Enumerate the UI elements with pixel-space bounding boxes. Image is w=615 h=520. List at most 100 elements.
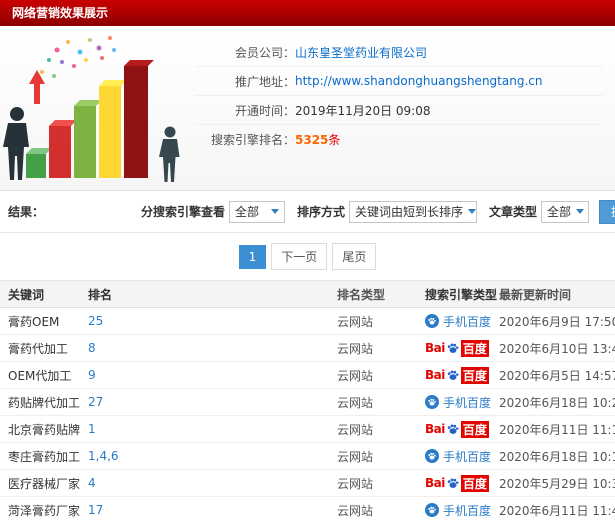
article-type-selected: 全部: [546, 205, 571, 219]
engine-view-label: 分搜索引擎查看: [140, 205, 225, 219]
baidu-wordmark: Bai: [425, 422, 445, 436]
keyword-cell: 膏药代加工: [8, 341, 69, 356]
baidu-paw-icon: [446, 368, 460, 382]
engine-label: 手机百度: [443, 503, 492, 518]
mobile-baidu-icon: [425, 395, 439, 409]
updated-cell: 2020年6月5日 14:57: [499, 368, 615, 383]
engine-label: 百度: [460, 474, 489, 492]
rank-link[interactable]: 17: [88, 503, 337, 517]
rank-type-cell: 云网站: [337, 476, 374, 491]
rank-type-cell: 云网站: [337, 422, 374, 437]
mobile-baidu-icon: [425, 449, 439, 463]
table-row: 菏泽膏药厂家 17 云网站 手机百度 2020年6月11日 11:41: [0, 497, 615, 520]
updated-cell: 2020年5月29日 10:32: [499, 476, 615, 491]
engine-cell: Bai 百度: [425, 339, 499, 357]
table-row: OEM代加工 9 云网站 Bai 百度 2020年6月5日 14:57: [0, 362, 615, 389]
page-title: 网络营销效果展示: [0, 0, 615, 26]
promo-url-label: 推广地址：: [234, 74, 295, 89]
mobile-baidu-icon: [425, 314, 439, 328]
submit-button[interactable]: 提交: [598, 199, 615, 224]
updated-cell: 2020年6月18日 10:19: [499, 449, 615, 464]
baidu-wordmark: Bai: [425, 476, 445, 490]
member-company-link[interactable]: 山东皇圣堂药业有限公司: [295, 44, 427, 61]
sort-selected: 关键词由短到长排序: [354, 205, 463, 219]
updated-cell: 2020年6月9日 17:50: [499, 314, 615, 329]
engine-cell: Bai 百度: [425, 420, 499, 438]
baidu-paw-icon: [446, 422, 460, 436]
rank-link[interactable]: 8: [88, 341, 337, 355]
baidu-wordmark: Bai: [425, 368, 445, 382]
mobile-baidu-icon: [425, 503, 439, 517]
bar-chart-illustration-icon: [3, 36, 180, 182]
rank-link[interactable]: 9: [88, 368, 337, 382]
table-row: 医疗器械厂家 4 云网站 Bai 百度 2020年5月29日 10:32: [0, 470, 615, 497]
keyword-cell: 枣庄膏药加工: [8, 449, 81, 464]
baidu-paw-icon: [446, 341, 460, 355]
engine-cell: Bai 百度: [425, 474, 499, 492]
sort-label: 排序方式: [296, 205, 345, 219]
sort-select[interactable]: 关键词由短到长排序: [348, 200, 477, 223]
page-button-current[interactable]: 1: [238, 244, 267, 269]
rank-type-cell: 云网站: [337, 314, 374, 329]
open-time-row: 开通时间： 2019年11月20日 09:08: [195, 96, 603, 125]
chevron-down-icon: [576, 209, 584, 214]
open-time-value: 2019年11月20日 09:08: [295, 103, 431, 118]
marketing-illustration: [0, 26, 195, 190]
promo-url-row: 推广地址： http://www.shandonghuangshengtang.…: [195, 67, 603, 96]
rank-link[interactable]: 27: [88, 395, 337, 409]
engine-label: 手机百度: [443, 449, 492, 464]
chevron-down-icon: [270, 209, 279, 214]
engine-cell: 手机百度: [425, 313, 499, 330]
rank-type-cell: 云网站: [337, 395, 374, 410]
rank-count-unit: 条: [328, 133, 341, 147]
engine-label: 百度: [460, 366, 489, 384]
table-row: 北京膏药贴牌 1 云网站 Bai 百度 2020年6月11日 11:18: [0, 416, 615, 443]
company-label: 会员公司：: [234, 45, 295, 60]
engine-rank-label: 搜索引擎排名：: [210, 133, 295, 147]
rank-link[interactable]: 4: [88, 476, 337, 490]
article-type-label: 文章类型: [488, 205, 537, 219]
table-row: 膏药OEM 25 云网站 手机百度 2020年6月9日 17:50: [0, 308, 615, 335]
engine-view-selected: 全部: [234, 205, 259, 219]
keyword-cell: 药贴牌代加工: [8, 395, 81, 410]
engine-label: 百度: [460, 339, 489, 357]
promo-url-link[interactable]: http://www.shandonghuangshengtang.cn: [295, 74, 542, 88]
table-row: 药贴牌代加工 27 云网站 手机百度 2020年6月18日 10:25: [0, 389, 615, 416]
summary-section: 会员公司： 山东皇圣堂药业有限公司 推广地址： http://www.shand…: [0, 26, 615, 190]
open-time-label: 开通时间：: [234, 103, 295, 118]
engine-label: 手机百度: [443, 314, 492, 329]
updated-cell: 2020年6月10日 13:40: [499, 341, 615, 356]
engine-cell: Bai 百度: [425, 366, 499, 384]
header-rank: 排名: [88, 287, 113, 302]
company-row: 会员公司： 山东皇圣堂药业有限公司: [195, 38, 603, 67]
rank-type-cell: 云网站: [337, 449, 374, 464]
updated-cell: 2020年6月11日 11:41: [499, 503, 615, 518]
keyword-cell: 膏药OEM: [8, 314, 60, 329]
engine-view-select[interactable]: 全部: [228, 200, 285, 223]
keyword-cell: 北京膏药贴牌: [8, 422, 81, 437]
keyword-cell: OEM代加工: [8, 368, 72, 383]
rank-link[interactable]: 1: [88, 422, 337, 436]
article-type-select[interactable]: 全部: [540, 200, 589, 223]
rank-link[interactable]: 25: [88, 314, 337, 328]
engine-label: 手机百度: [443, 395, 492, 410]
filter-bar: 结果： 分搜索引擎查看 全部 排序方式 关键词由短到长排序 文章类型 全部 提交: [0, 190, 615, 232]
baidu-paw-icon: [446, 476, 460, 490]
table-header: 关键词 排名 排名类型 搜索引擎类型 最新更新时间: [0, 280, 615, 308]
updated-cell: 2020年6月11日 11:18: [499, 422, 615, 437]
baidu-wordmark: Bai: [425, 341, 445, 355]
member-info-panel: 会员公司： 山东皇圣堂药业有限公司 推广地址： http://www.shand…: [195, 26, 615, 190]
next-page-button[interactable]: 下一页: [271, 243, 328, 270]
engine-cell: 手机百度: [425, 394, 499, 411]
header-keyword: 关键词: [8, 287, 45, 302]
table-row: 膏药代加工 8 云网站 Bai 百度 2020年6月10日 13:40: [0, 335, 615, 362]
keyword-cell: 菏泽膏药厂家: [8, 503, 81, 518]
chevron-down-icon: [467, 209, 476, 214]
header-updated: 最新更新时间: [499, 287, 572, 302]
updated-cell: 2020年6月18日 10:25: [499, 395, 615, 410]
rank-type-cell: 云网站: [337, 368, 374, 383]
rank-link[interactable]: 1,4,6: [88, 449, 337, 463]
last-page-button[interactable]: 尾页: [332, 243, 377, 270]
pagination: 1 下一页 尾页: [0, 232, 615, 280]
header-rank-type: 排名类型: [337, 287, 386, 302]
